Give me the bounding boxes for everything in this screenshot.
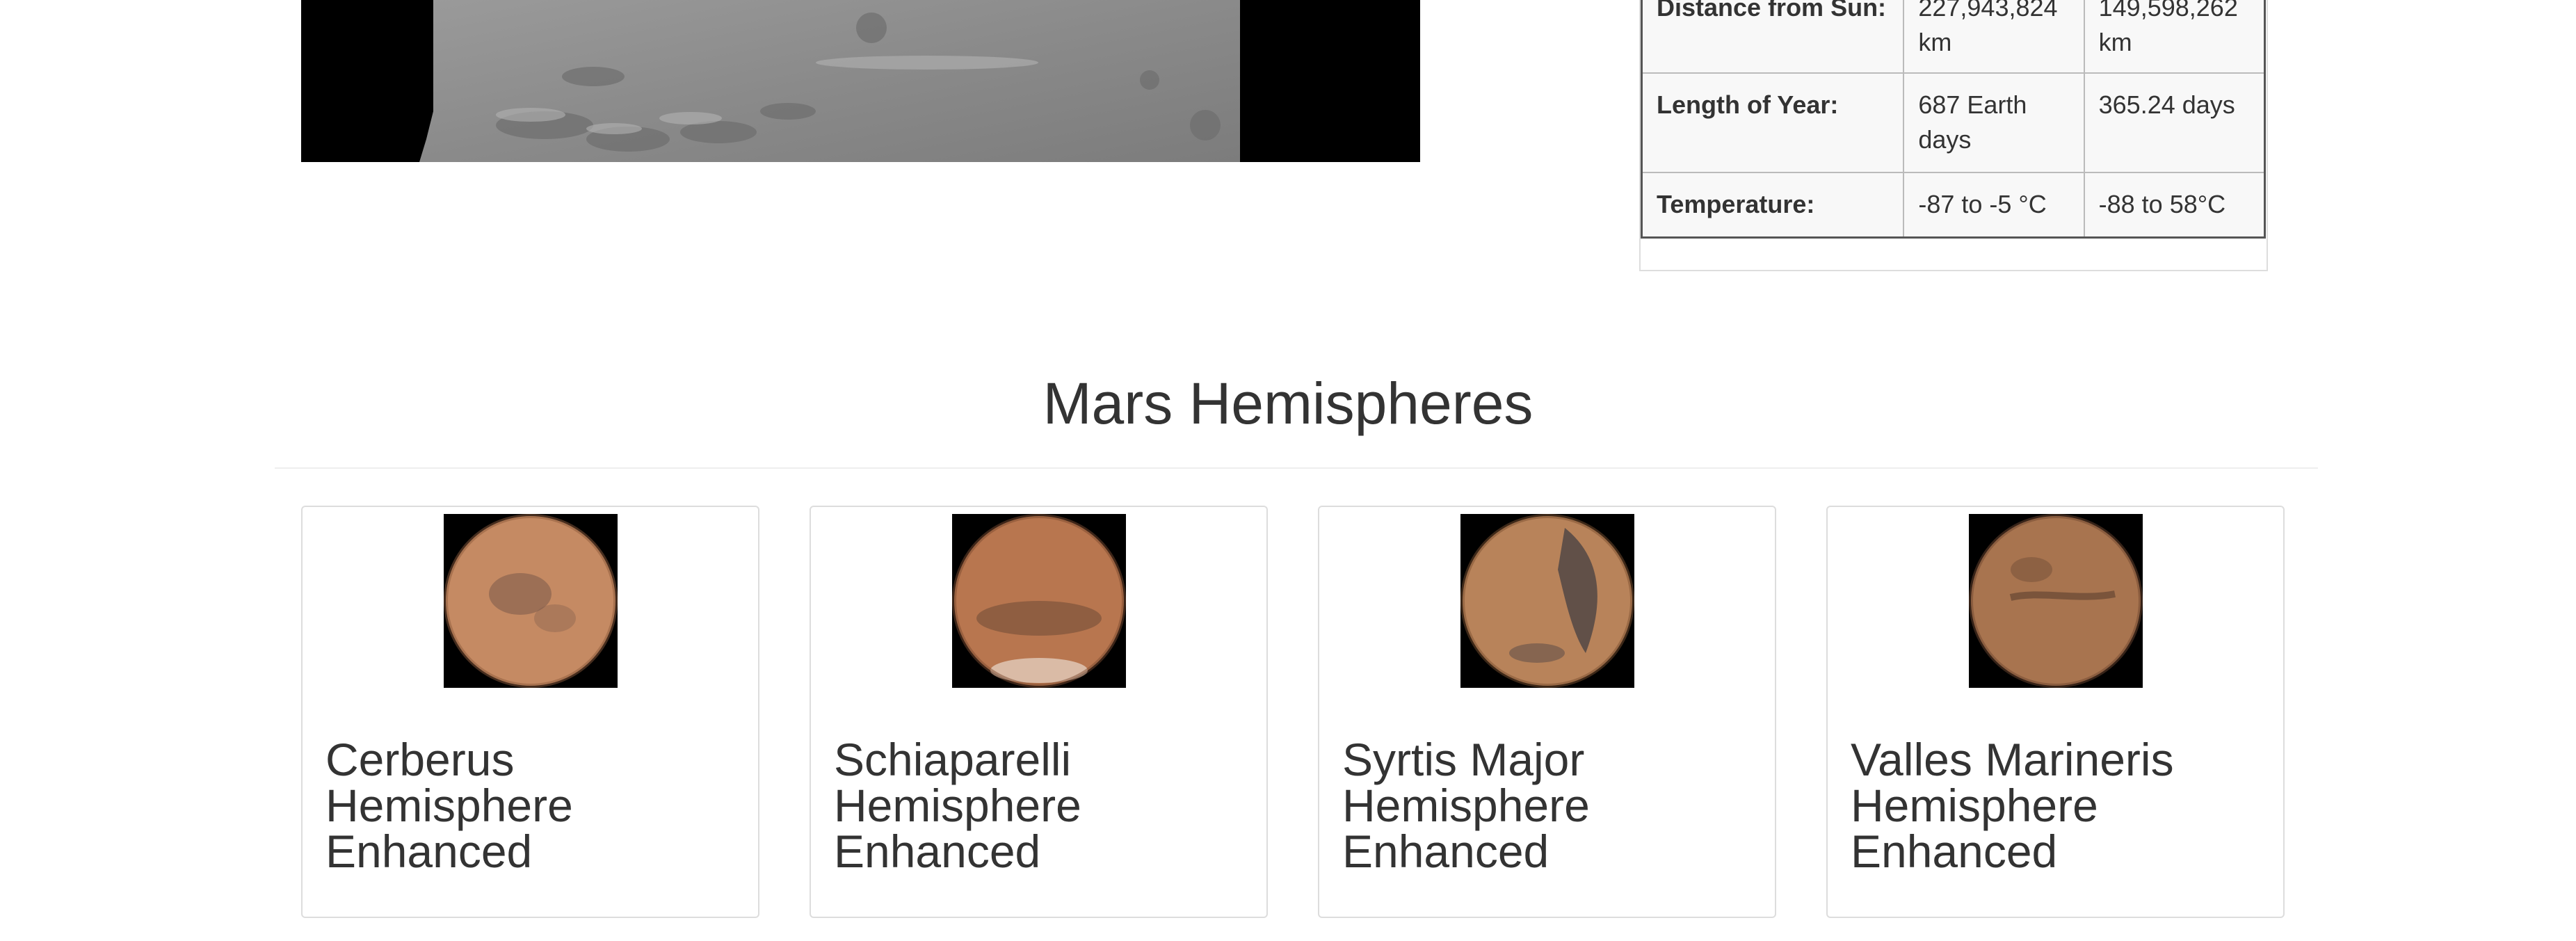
hemisphere-thumbnail[interactable] <box>1968 514 2143 688</box>
mars-globe-icon <box>951 514 1126 688</box>
fact-label: Distance from Sun: <box>1641 0 1905 74</box>
hemisphere-thumbnail[interactable] <box>1460 514 1634 688</box>
mars-facts-table: Distance from Sun: 227,943,824 km 149,59… <box>1641 0 2266 239</box>
mars-globe-icon <box>1460 514 1634 688</box>
hemisphere-card[interactable]: Syrtis Major Hemisphere Enhanced <box>1318 506 1776 918</box>
hemisphere-title[interactable]: Syrtis Major Hemisphere Enhanced <box>1342 737 1753 874</box>
hemisphere-title[interactable]: Schiaparelli Hemisphere Enhanced <box>834 737 1244 874</box>
hemisphere-card[interactable]: Valles Marineris Hemisphere Enhanced <box>1826 506 2285 918</box>
featured-image-graphic <box>301 0 1420 162</box>
mars-facts-panel: Distance from Sun: 227,943,824 km 149,59… <box>1639 0 2268 271</box>
earth-value: 365.24 days <box>2083 72 2266 173</box>
hemisphere-card[interactable]: Cerberus Hemisphere Enhanced <box>301 506 759 918</box>
page: Distance from Sun: 227,943,824 km 149,59… <box>0 0 2576 941</box>
featured-mars-image[interactable] <box>301 0 1420 162</box>
mars-globe-icon <box>443 514 618 688</box>
mars-value: -87 to -5 °C <box>1903 172 2085 239</box>
fact-label: Length of Year: <box>1641 72 1905 173</box>
mars-value: 687 Earth days <box>1903 72 2085 173</box>
table-row: Length of Year: 687 Earth days 365.24 da… <box>1641 72 2266 173</box>
hemisphere-card[interactable]: Schiaparelli Hemisphere Enhanced <box>810 506 1268 918</box>
earth-value: -88 to 58°C <box>2083 172 2266 239</box>
earth-value: 149,598,262 km <box>2083 0 2266 74</box>
table-row: Distance from Sun: 227,943,824 km 149,59… <box>1641 0 2266 74</box>
section-title: Mars Hemispheres <box>1043 371 1533 436</box>
hemisphere-thumbnail[interactable] <box>951 514 1126 688</box>
mars-globe-icon <box>1968 514 2143 688</box>
hemisphere-title[interactable]: Valles Marineris Hemisphere Enhanced <box>1851 737 2261 874</box>
mars-value: 227,943,824 km <box>1903 0 2085 74</box>
fact-label: Temperature: <box>1641 172 1905 239</box>
hemisphere-title[interactable]: Cerberus Hemisphere Enhanced <box>325 737 736 874</box>
hemisphere-thumbnail[interactable] <box>443 514 618 688</box>
table-row: Temperature: -87 to -5 °C -88 to 58°C <box>1641 172 2266 239</box>
section-divider <box>275 467 2318 469</box>
